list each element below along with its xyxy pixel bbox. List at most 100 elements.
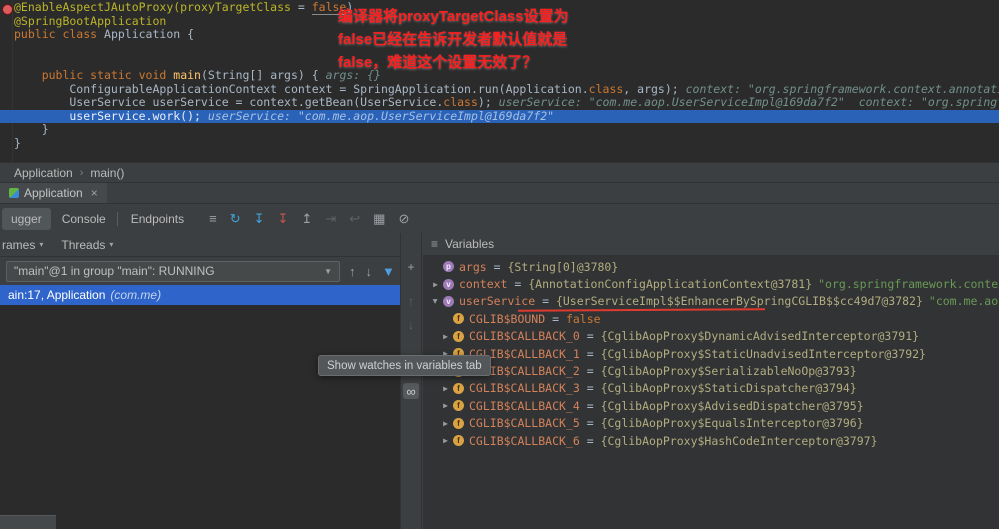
stack-frame-package: (com.me) (110, 288, 161, 302)
add-watch-icon[interactable]: + (403, 259, 419, 275)
stack-frame-row[interactable]: ain:17, Application (com.me) (0, 285, 400, 305)
variable-value: false (566, 312, 601, 326)
equals-sign: = (487, 260, 508, 274)
parameter-icon: p (443, 261, 454, 272)
move-watch-down-icon[interactable]: ↓ (403, 317, 419, 333)
code-token (14, 69, 42, 82)
code-token: proxyTargetClass (180, 1, 291, 14)
variable-value: {CglibAopProxy$AdvisedDispatcher@3795} (601, 399, 864, 413)
equals-sign: = (580, 364, 601, 378)
step-out-icon[interactable]: ↥ (301, 212, 312, 225)
equals-sign: = (545, 312, 566, 326)
variable-row[interactable]: ▶fCGLIB$CALLBACK_0 = {CglibAopProxy$Dyna… (423, 328, 999, 345)
tree-toggle-icon[interactable]: ▶ (439, 332, 452, 341)
step-over-icon[interactable]: ↧ (254, 212, 265, 225)
variable-row[interactable]: ▶fCGLIB$CALLBACK_5 = {CglibAopProxy$Equa… (423, 415, 999, 432)
equals-sign: = (580, 434, 601, 448)
variable-value: {CglibAopProxy$StaticDispatcher@3794} (601, 381, 857, 395)
stack-frame-list[interactable]: ain:17, Application (com.me) (0, 285, 400, 529)
tree-toggle-icon[interactable]: ▶ (431, 295, 440, 308)
field-icon: f (453, 383, 464, 394)
code-token: = (291, 1, 312, 14)
run-to-cursor-icon[interactable]: ⇥ (325, 212, 336, 225)
tab-debugger[interactable]: ugger (2, 208, 51, 230)
variable-value: {CglibAopProxy$DynamicAdvisedInterceptor… (601, 329, 920, 343)
variables-panel: ≡ Variables pargs = {String[0]@3780}▶vco… (423, 233, 999, 529)
tab-application[interactable]: Application × (0, 183, 107, 203)
tree-toggle-icon[interactable]: ▶ (439, 419, 452, 428)
variable-string-value: "com.me.aop.User (929, 294, 999, 308)
breadcrumb-item-main[interactable]: main() (90, 166, 124, 180)
tab-label: Application (24, 186, 83, 200)
variable-value: {CglibAopProxy$EqualsInterceptor@3796} (601, 416, 864, 430)
watches-toolbar: + ↑ ↓ ∞ (400, 233, 422, 529)
view-breakpoints-icon[interactable]: ▦ (373, 212, 385, 225)
thread-selector[interactable]: "main"@1 in group "main": RUNNING ▼ (6, 261, 340, 282)
variable-row[interactable]: ▶fCGLIB$CALLBACK_1 = {CglibAopProxy$Stat… (423, 345, 999, 362)
code-token: context: "org.springframework.context.an… (686, 83, 999, 96)
tree-toggle-icon[interactable]: ▶ (439, 436, 452, 445)
field-icon: f (453, 400, 464, 411)
code-token: (String[] args) { (201, 69, 326, 82)
close-icon[interactable]: × (91, 186, 98, 200)
variable-row[interactable]: ▶f CGLIB$CALLBACK_3 = {CglibAopProxy$Stat… (423, 380, 999, 397)
variable-value: {CglibAopProxy$StaticUnadvisedIntercepto… (601, 347, 926, 361)
tab-endpoints[interactable]: Endpoints (122, 208, 193, 230)
code-token: , args); (623, 83, 685, 96)
move-watch-up-icon[interactable]: ↑ (403, 293, 419, 309)
variable-row[interactable]: pargs = {String[0]@3780} (423, 258, 999, 275)
arrow-down-icon[interactable]: ↓ (366, 264, 373, 279)
variable-value: {AnnotationConfigApplicationContext@3781… (528, 277, 812, 291)
tab-divider (117, 212, 118, 226)
tree-toggle-icon[interactable]: ▶ (429, 280, 442, 289)
breadcrumb-item-application[interactable]: Application (14, 166, 73, 180)
chevron-down-icon: ▾ (39, 240, 43, 249)
drop-frame-icon[interactable]: ↩ (349, 212, 360, 225)
filter-icon[interactable]: ▼ (382, 264, 395, 279)
horizontal-scrollbar-thumb[interactable] (0, 515, 56, 529)
code-token: main (173, 69, 201, 82)
code-editor[interactable]: @EnableAspectJAutoProxy(proxyTargetClass… (0, 0, 999, 162)
variable-row[interactable]: ▶vcontext = {AnnotationConfigApplication… (423, 275, 999, 292)
variable-row[interactable]: ▶fCGLIB$CALLBACK_2 = {CglibAopProxy$Seri… (423, 362, 999, 379)
thread-selector-row: "main"@1 in group "main": RUNNING ▼ ↑ ↓ ▼ (0, 257, 400, 285)
variable-name: CGLIB$BOUND (469, 312, 545, 326)
code-token: class (443, 96, 478, 109)
field-icon: f (453, 313, 464, 324)
thread-selector-value: "main"@1 in group "main": RUNNING (14, 264, 215, 278)
tab-frames[interactable]: rames ▾ (2, 238, 43, 252)
variable-row[interactable]: f CGLIB$BOUND = false (423, 310, 999, 327)
show-watches-icon[interactable]: ∞ (403, 383, 419, 399)
variable-row[interactable]: ▶fCGLIB$CALLBACK_4 = {CglibAopProxy$Advi… (423, 397, 999, 414)
code-token: ConfigurableApplicationContext context =… (14, 83, 589, 96)
code-token: } (14, 137, 21, 150)
variable-icon: v (443, 279, 454, 290)
variable-value: {CglibAopProxy$SerializableNoOp@3793} (601, 364, 857, 378)
rerun-icon[interactable]: ↻ (230, 212, 241, 225)
variable-name: context (459, 277, 507, 291)
force-step-into-icon[interactable]: ↧ (278, 212, 289, 225)
equals-sign: = (580, 381, 601, 395)
frames-panel: rames ▾ Threads ▾ "main"@1 in group "mai… (0, 233, 400, 529)
variable-row[interactable]: ▶fCGLIB$CALLBACK_6 = {CglibAopProxy$Hash… (423, 432, 999, 449)
variables-list[interactable]: pargs = {String[0]@3780}▶vcontext = {Ann… (423, 255, 999, 529)
mute-breakpoints-icon[interactable]: ⊘ (398, 212, 409, 225)
frame-nav-icons: ↑ ↓ ▼ (349, 264, 395, 279)
tree-toggle-icon[interactable]: ▶ (439, 384, 452, 393)
variable-name: CGLIB$CALLBACK_0 (469, 329, 580, 343)
settings-menu-icon[interactable]: ≡ (209, 212, 217, 225)
breadcrumb-separator-icon: › (80, 167, 84, 179)
code-token: Application { (104, 28, 194, 41)
code-token: @SpringBootApplication (14, 15, 166, 28)
variable-string-value: "org.springframework.context.annotat (818, 277, 999, 291)
equals-sign: = (580, 347, 601, 361)
annotation-line: 编译器将proxyTargetClass设置为 (338, 5, 569, 28)
tab-threads[interactable]: Threads ▾ (61, 238, 113, 252)
code-line: UserService userService = context.getBea… (0, 96, 999, 110)
chevron-down-icon: ▼ (324, 267, 332, 276)
menu-icon[interactable]: ≡ (431, 237, 438, 251)
tree-toggle-icon[interactable]: ▶ (439, 401, 452, 410)
arrow-up-icon[interactable]: ↑ (349, 264, 356, 279)
variable-name: CGLIB$CALLBACK_3 (469, 381, 580, 395)
tab-console[interactable]: Console (53, 208, 115, 230)
